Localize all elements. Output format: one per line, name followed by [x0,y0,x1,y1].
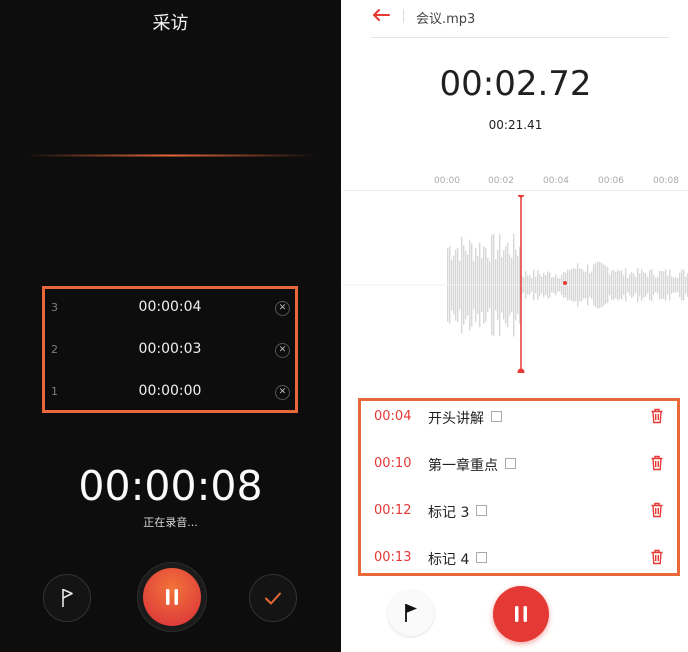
mark-label: 标记 4 [428,552,470,568]
mark-label: 第一章重点 [428,458,498,474]
mark-time: 00:10 [374,456,412,471]
mark-label-wrap: 标记 4 [428,549,488,569]
mark-row[interactable]: 00:04 开头讲解 [361,401,677,447]
recording-title: 采访 [152,13,189,34]
check-icon [265,592,281,605]
mark-label-wrap: 第一章重点 [428,455,516,475]
marker-dot [563,281,567,285]
trash-icon[interactable] [650,549,664,565]
marker-row: 1 00:00:00 ✕ [45,373,295,413]
mark-row[interactable]: 00:10 第一章重点 [361,448,677,494]
add-marker-button[interactable] [43,574,91,622]
ruler-tick-label: 00:06 [598,176,624,186]
add-mark-button[interactable] [388,590,434,636]
marker-time: 00:00:04 [138,299,202,315]
trash-icon[interactable] [650,455,664,471]
pause-button[interactable] [143,568,201,626]
trash-icon[interactable] [650,502,664,518]
playback-screen: 会议.mp3 00:02.72 00:21.41 00:00 00:02 00:… [343,0,688,652]
close-circle-icon[interactable]: ✕ [275,385,290,400]
audio-waveform[interactable] [343,195,688,373]
marker-time: 00:00:00 [138,383,202,399]
finish-recording-button[interactable] [249,574,297,622]
mark-time: 00:04 [374,409,412,424]
header-divider [403,9,404,23]
edit-icon[interactable] [505,458,516,469]
mark-label: 开头讲解 [428,411,484,427]
close-circle-icon[interactable]: ✕ [275,343,290,358]
marker-row: 2 00:00:03 ✕ [45,331,295,371]
marks-list: 00:04 开头讲解 00:10 第一章重点 00:12 标记 3 00:13 … [358,398,680,576]
mark-label-wrap: 标记 3 [428,502,488,522]
flag-icon [62,588,73,607]
pause-icon [166,589,178,605]
arrow-left-icon[interactable] [371,7,391,28]
marker-time: 00:00:03 [138,341,202,357]
live-waveform [26,154,316,157]
mark-label: 标记 3 [428,505,470,521]
header-underline [371,37,669,38]
ruler-tick-label: 00:02 [488,176,514,186]
recording-timer: 00:00:08 [78,462,263,510]
marker-row: 3 00:00:04 ✕ [45,289,295,329]
recording-screen: 采访 3 00:00:04 ✕ 2 00:00:03 ✕ 1 00:00:00 … [0,0,341,652]
pause-button[interactable] [493,586,549,642]
edit-icon[interactable] [476,552,488,563]
flag-icon [405,604,417,622]
ruler-tick-label: 00:00 [434,176,460,186]
mark-time: 00:13 [374,550,412,565]
recording-status: 正在录音... [143,516,198,529]
ruler-tick-label: 00:08 [653,176,679,186]
mark-label-wrap: 开头讲解 [428,408,502,428]
playhead-top-handle [517,195,525,198]
pause-icon [515,606,527,622]
marker-list: 3 00:00:04 ✕ 2 00:00:03 ✕ 1 00:00:00 ✕ [42,286,298,413]
file-name: 会议.mp3 [416,12,476,27]
ruler-tick-label: 00:04 [543,176,569,186]
close-circle-icon[interactable]: ✕ [275,301,290,316]
edit-icon[interactable] [476,505,488,516]
total-duration: 00:21.41 [488,118,543,132]
playback-position: 00:02.72 [439,64,592,104]
mark-time: 00:12 [374,503,412,518]
mark-row[interactable]: 00:13 标记 4 [361,542,677,588]
trash-icon[interactable] [650,408,664,424]
playhead-bottom-handle [517,368,525,373]
timeline-ruler [343,190,688,191]
edit-icon[interactable] [491,411,502,422]
mark-row[interactable]: 00:12 标记 3 [361,495,677,541]
